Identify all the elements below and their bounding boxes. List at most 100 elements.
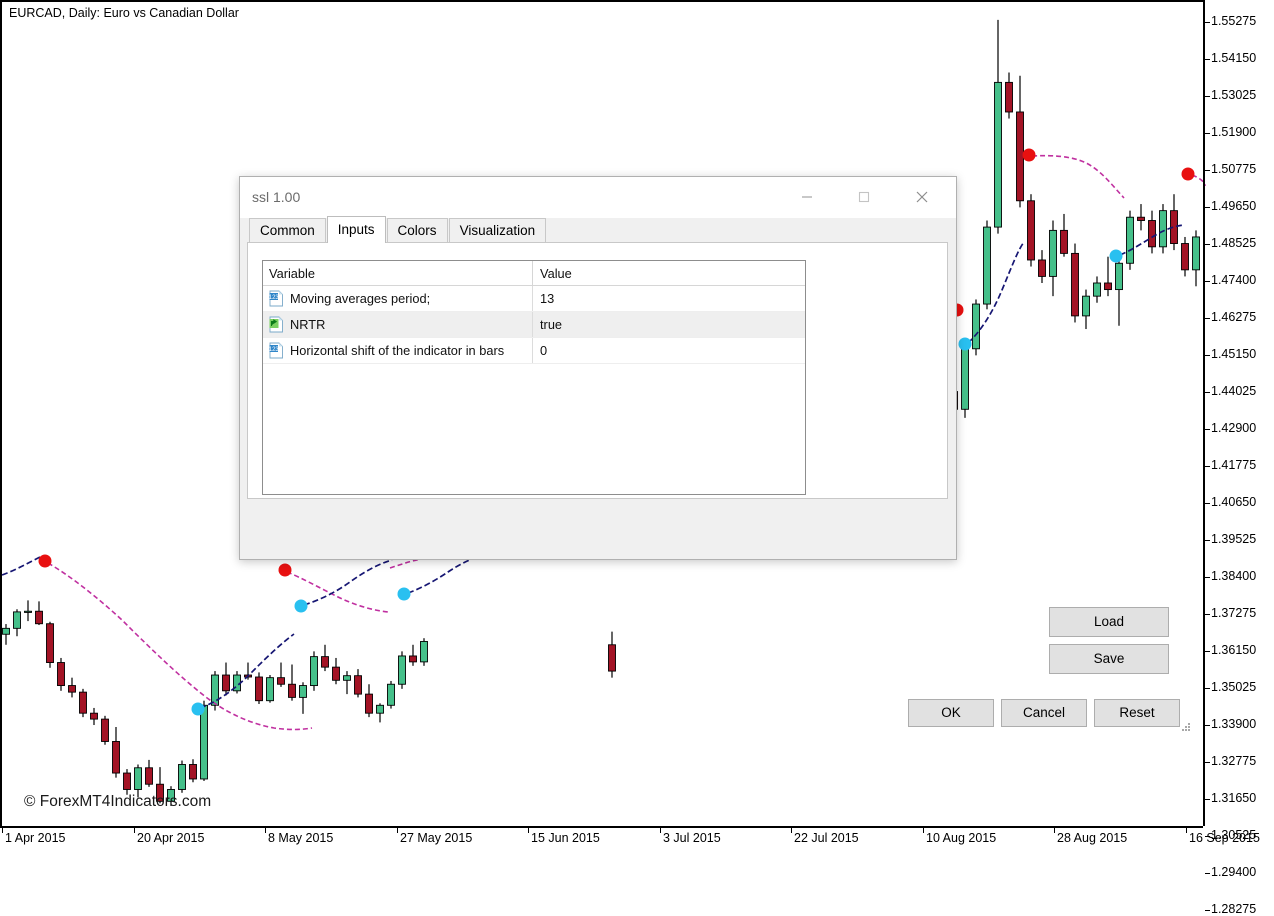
price-tick: 1.28275	[1205, 910, 1274, 911]
boolean-arrow-icon	[269, 316, 284, 333]
price-tick-label: 1.47400	[1211, 273, 1256, 287]
price-tick-mark	[1205, 651, 1210, 653]
load-button[interactable]: Load	[1049, 607, 1169, 637]
price-tick: 1.29400	[1205, 873, 1274, 874]
buy-signal-dot	[959, 338, 972, 351]
price-tick-mark	[1205, 244, 1210, 246]
ok-button[interactable]: OK	[908, 699, 994, 727]
price-tick-label: 1.48525	[1211, 236, 1256, 250]
price-tick-mark	[1205, 910, 1210, 912]
time-tick-mark	[397, 828, 398, 833]
price-tick-label: 1.32775	[1211, 754, 1256, 768]
price-tick-label: 1.31650	[1211, 791, 1256, 805]
column-header-value: Value	[533, 266, 805, 281]
time-tick-label: 1 Apr 2015	[5, 831, 65, 845]
price-tick-mark	[1205, 392, 1210, 394]
time-tick-mark	[791, 828, 792, 833]
maximize-button[interactable]	[841, 177, 887, 217]
close-button[interactable]	[899, 177, 945, 217]
price-tick: 1.55275	[1205, 22, 1274, 23]
value-field[interactable]: true	[533, 317, 805, 332]
time-tick-label: 10 Aug 2015	[926, 831, 996, 845]
price-tick: 1.51900	[1205, 133, 1274, 134]
price-tick: 1.45150	[1205, 355, 1274, 356]
dialog-title: ssl 1.00	[252, 189, 300, 205]
sell-signal-dot	[279, 564, 292, 577]
price-tick-mark	[1205, 873, 1210, 875]
time-tick-mark	[660, 828, 661, 833]
price-tick: 1.46275	[1205, 318, 1274, 319]
price-tick-mark	[1205, 318, 1210, 320]
cancel-button[interactable]: Cancel	[1001, 699, 1087, 727]
sell-signal-dot	[39, 555, 52, 568]
time-tick-mark	[1054, 828, 1055, 833]
tab-visualization[interactable]: Visualization	[449, 218, 547, 242]
price-tick-label: 1.49650	[1211, 199, 1256, 213]
price-tick-label: 1.28275	[1211, 902, 1256, 916]
price-tick-label: 1.45150	[1211, 347, 1256, 361]
time-tick-mark	[2, 828, 3, 833]
price-tick: 1.40650	[1205, 503, 1274, 504]
resize-grip-icon[interactable]	[1181, 722, 1191, 732]
price-tick: 1.44025	[1205, 392, 1274, 393]
price-tick: 1.49650	[1205, 207, 1274, 208]
tab-colors[interactable]: Colors	[387, 218, 448, 242]
price-tick-mark	[1205, 577, 1210, 579]
time-tick-label: 3 Jul 2015	[663, 831, 721, 845]
time-tick-label: 15 Jun 2015	[531, 831, 600, 845]
value-field[interactable]: 13	[533, 291, 805, 306]
price-tick-mark	[1205, 466, 1210, 468]
price-tick-label: 1.42900	[1211, 421, 1256, 435]
price-tick: 1.36150	[1205, 651, 1274, 652]
table-row[interactable]: NRTRtrue	[263, 312, 805, 338]
close-icon	[915, 190, 929, 204]
tab-inputs[interactable]: Inputs	[327, 216, 386, 243]
cell-variable: 123Horizontal shift of the indicator in …	[263, 338, 533, 363]
buy-signal-dot	[295, 600, 308, 613]
tab-common[interactable]: Common	[249, 218, 326, 242]
price-tick: 1.31650	[1205, 799, 1274, 800]
variable-label: Horizontal shift of the indicator in bar…	[290, 343, 504, 358]
time-tick-label: 16 Sep 2015	[1189, 831, 1260, 845]
price-tick-mark	[1205, 355, 1210, 357]
price-tick: 1.48525	[1205, 244, 1274, 245]
time-tick-label: 27 May 2015	[400, 831, 472, 845]
price-tick: 1.42900	[1205, 429, 1274, 430]
price-tick-mark	[1205, 170, 1210, 172]
time-tick-label: 8 May 2015	[268, 831, 333, 845]
number-123-icon: 123	[269, 290, 284, 307]
price-tick-label: 1.41775	[1211, 458, 1256, 472]
price-tick: 1.54150	[1205, 59, 1274, 60]
parameters-table[interactable]: Variable Value 123Moving averages period;1…	[262, 260, 806, 495]
price-tick: 1.39525	[1205, 540, 1274, 541]
value-field[interactable]: 0	[533, 343, 805, 358]
dialog-tabs: CommonInputsColorsVisualization	[249, 218, 547, 243]
minimize-button[interactable]	[784, 177, 830, 217]
table-header-row: Variable Value	[263, 261, 805, 286]
price-tick-label: 1.37275	[1211, 606, 1256, 620]
dialog-titlebar[interactable]: ssl 1.00	[240, 177, 956, 218]
price-tick-mark	[1205, 207, 1210, 209]
price-tick-mark	[1205, 725, 1210, 727]
table-row[interactable]: 123Moving averages period;13	[263, 286, 805, 312]
time-tick-mark	[923, 828, 924, 833]
reset-button[interactable]: Reset	[1094, 699, 1180, 727]
price-tick: 1.53025	[1205, 96, 1274, 97]
price-tick: 1.47400	[1205, 281, 1274, 282]
price-tick-label: 1.40650	[1211, 495, 1256, 509]
column-header-variable: Variable	[263, 261, 533, 285]
price-tick: 1.41775	[1205, 466, 1274, 467]
price-axis[interactable]: 1.55275 1.54150 1.53025 1.51900 1.50775 1.496…	[1203, 0, 1274, 826]
save-button[interactable]: Save	[1049, 644, 1169, 674]
price-tick-mark	[1205, 688, 1210, 690]
inputs-tab-panel: Variable Value 123Moving averages period;1…	[247, 242, 948, 499]
price-tick-mark	[1205, 503, 1210, 505]
time-axis[interactable]: 1 Apr 201520 Apr 20158 May 201527 May 20…	[0, 826, 1203, 847]
price-tick-label: 1.50775	[1211, 162, 1256, 176]
price-tick: 1.38400	[1205, 577, 1274, 578]
time-tick-mark	[1186, 828, 1187, 833]
price-tick-label: 1.54150	[1211, 51, 1256, 65]
column-header-variable-label: Variable	[269, 266, 315, 281]
table-row[interactable]: 123Horizontal shift of the indicator in …	[263, 338, 805, 364]
time-tick-mark	[265, 828, 266, 833]
